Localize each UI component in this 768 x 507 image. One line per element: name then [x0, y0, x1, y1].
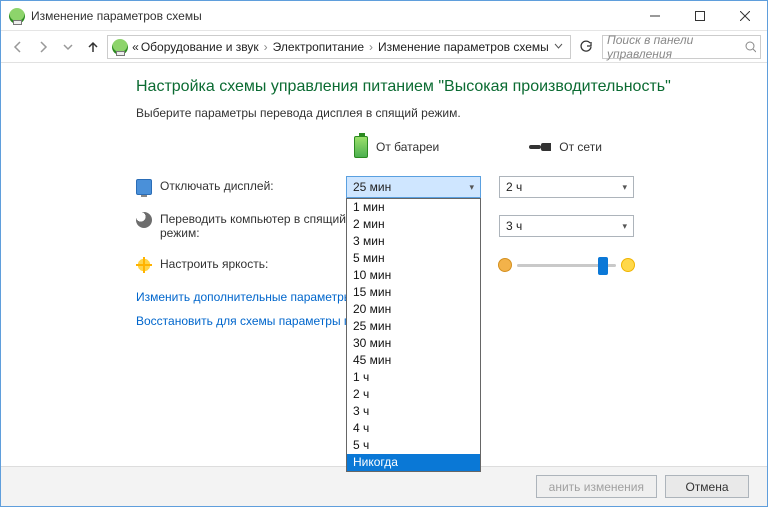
chevron-down-icon	[554, 42, 563, 51]
col-plugged-label: От сети	[559, 140, 602, 154]
row-display-off: Отключать дисплей: 25 мин ▾ 2 ч ▾	[136, 176, 767, 198]
chevron-down-icon	[63, 42, 73, 52]
app-icon	[9, 8, 25, 24]
control-panel-icon	[112, 39, 128, 55]
breadcrumb-dropdown[interactable]	[551, 40, 566, 54]
brightness-plugged-slider[interactable]	[499, 254, 634, 276]
button-bar: анить изменения Отмена	[1, 466, 767, 506]
column-headers: От батареи От сети	[354, 136, 767, 158]
refresh-button[interactable]	[577, 36, 596, 58]
moon-icon	[136, 212, 152, 228]
row-label: Отключать дисплей:	[160, 179, 274, 193]
dropdown-option[interactable]: 2 мин	[347, 216, 480, 233]
sun-icon	[136, 257, 152, 273]
page-subtitle: Выберите параметры перевода дисплея в сп…	[136, 106, 767, 120]
page-title: Настройка схемы управления питанием "Выс…	[136, 78, 767, 96]
select-value: 2 ч	[506, 180, 522, 194]
recent-button[interactable]	[57, 35, 78, 59]
titlebar: Изменение параметров схемы	[1, 1, 767, 30]
dropdown-option[interactable]: 25 мин	[347, 318, 480, 335]
dropdown-option[interactable]: 30 мин	[347, 335, 480, 352]
battery-icon	[354, 136, 368, 158]
display-off-plugged-select[interactable]: 2 ч ▾	[499, 176, 634, 198]
arrow-left-icon	[11, 40, 25, 54]
dropdown-option[interactable]: 20 мин	[347, 301, 480, 318]
dropdown-option[interactable]: 45 мин	[347, 352, 480, 369]
dropdown-option[interactable]: 1 ч	[347, 369, 480, 386]
maximize-button[interactable]	[677, 1, 722, 30]
brightness-high-icon	[622, 259, 634, 271]
dropdown-option[interactable]: 5 мин	[347, 250, 480, 267]
maximize-icon	[695, 11, 705, 21]
brightness-low-icon	[499, 259, 511, 271]
dropdown-option[interactable]: 10 мин	[347, 267, 480, 284]
dropdown-option[interactable]: 3 мин	[347, 233, 480, 250]
close-icon	[740, 11, 750, 21]
search-icon	[745, 41, 756, 53]
close-button[interactable]	[722, 1, 767, 30]
chevron-right-icon: ›	[261, 40, 271, 54]
breadcrumb-prefix: «	[132, 40, 139, 54]
refresh-icon	[579, 40, 593, 54]
arrow-right-icon	[36, 40, 50, 54]
dropdown-option[interactable]: 5 ч	[347, 437, 480, 454]
breadcrumb-item[interactable]: Оборудование и звук	[141, 40, 259, 54]
row-label: Переводить компьютер в спящий режим:	[160, 212, 346, 240]
dropdown-option[interactable]: 2 ч	[347, 386, 480, 403]
chevron-down-icon: ▾	[622, 182, 627, 193]
slider-thumb[interactable]	[598, 257, 608, 275]
breadcrumb-item[interactable]: Электропитание	[273, 40, 364, 54]
arrow-up-icon	[86, 40, 100, 54]
display-off-battery-dropdown[interactable]: 1 мин2 мин3 мин5 мин10 мин15 мин20 мин25…	[346, 198, 481, 472]
minimize-icon	[650, 11, 660, 21]
chevron-down-icon: ▾	[622, 221, 627, 232]
chevron-down-icon: ▾	[469, 182, 474, 193]
col-battery-label: От батареи	[376, 140, 439, 154]
sleep-plugged-select[interactable]: 3 ч ▾	[499, 215, 634, 237]
slider-track[interactable]	[517, 264, 616, 267]
breadcrumb[interactable]: « Оборудование и звук › Электропитание ›…	[107, 35, 571, 59]
search-placeholder: Поиск в панели управления	[607, 33, 745, 61]
select-value: 3 ч	[506, 219, 522, 233]
chevron-right-icon: ›	[366, 40, 376, 54]
display-off-battery-select[interactable]: 25 мин ▾	[346, 176, 481, 198]
monitor-icon	[136, 179, 152, 195]
back-button[interactable]	[7, 35, 28, 59]
select-value: 25 мин	[353, 180, 391, 194]
search-input[interactable]: Поиск в панели управления	[602, 35, 761, 59]
dropdown-option[interactable]: 15 мин	[347, 284, 480, 301]
dropdown-option[interactable]: 1 мин	[347, 199, 480, 216]
content: Настройка схемы управления питанием "Выс…	[1, 64, 767, 465]
plug-icon	[529, 141, 551, 153]
breadcrumb-item[interactable]: Изменение параметров схемы	[378, 40, 549, 54]
save-button[interactable]: анить изменения	[536, 475, 657, 498]
window-title: Изменение параметров схемы	[31, 9, 632, 23]
minimize-button[interactable]	[632, 1, 677, 30]
up-button[interactable]	[82, 35, 103, 59]
forward-button[interactable]	[32, 35, 53, 59]
row-label: Настроить яркость:	[160, 257, 268, 271]
dropdown-option[interactable]: 4 ч	[347, 420, 480, 437]
navbar: « Оборудование и звук › Электропитание ›…	[1, 30, 767, 63]
dropdown-option[interactable]: 3 ч	[347, 403, 480, 420]
dropdown-option[interactable]: Никогда	[347, 454, 480, 471]
cancel-button[interactable]: Отмена	[665, 475, 749, 498]
